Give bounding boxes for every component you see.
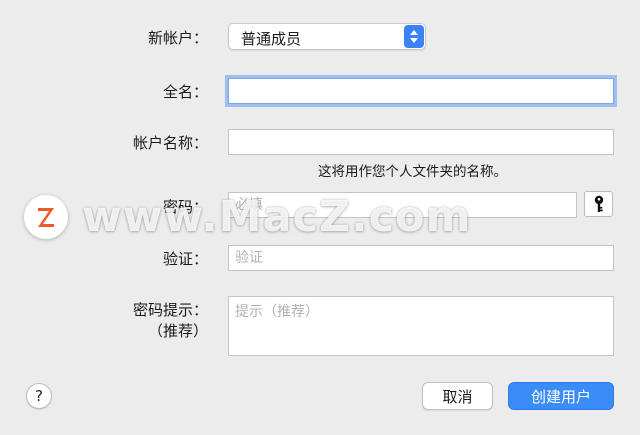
- password-hint-label: 密码提示：: [132, 301, 208, 319]
- account-type-value: 普通成员: [241, 30, 302, 48]
- account-name-input[interactable]: [228, 129, 614, 155]
- account-type-label: 新帐户：: [147, 29, 208, 47]
- password-input[interactable]: [228, 192, 577, 218]
- verify-label: 验证：: [162, 250, 208, 268]
- macz-logo-icon: [24, 195, 68, 239]
- password-hint-input[interactable]: [228, 296, 614, 356]
- full-name-input[interactable]: [228, 78, 614, 104]
- full-name-label: 全名：: [162, 83, 208, 101]
- chevron-up-down-icon: [404, 25, 424, 48]
- create-user-button[interactable]: 创建用户: [508, 382, 614, 410]
- verify-input[interactable]: [228, 245, 614, 271]
- account-name-hint: 这将用作您个人文件夹的名称。: [318, 164, 507, 180]
- account-type-select[interactable]: 普通成员: [228, 23, 426, 50]
- help-button[interactable]: ?: [26, 383, 52, 409]
- password-hint-sub-label: （推荐）: [147, 322, 208, 340]
- account-name-label: 帐户名称：: [132, 134, 208, 152]
- key-icon: [594, 195, 603, 212]
- cancel-button[interactable]: 取消: [422, 382, 493, 410]
- password-assistant-button[interactable]: [584, 191, 613, 217]
- password-label: 密码：: [162, 198, 208, 216]
